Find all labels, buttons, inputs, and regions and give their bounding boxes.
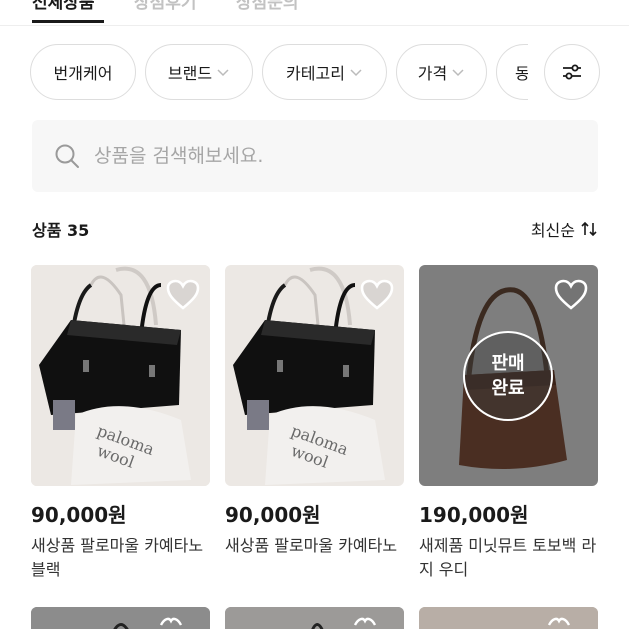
product-card[interactable]: 판매 완료 190,000원 새제품 미닛뮤트 토보백 라지 우디 xyxy=(419,265,598,582)
filter-chip-neighborhood[interactable]: 동 xyxy=(496,44,528,100)
filter-chip-label: 번개케어 xyxy=(53,64,113,83)
chevron-down-icon xyxy=(452,69,464,77)
chevron-down-icon xyxy=(350,69,362,77)
filter-chip-row: 번개케어 브랜드 카테고리 가격 동 xyxy=(30,44,528,100)
product-search-bar[interactable] xyxy=(32,120,598,192)
filter-settings-button[interactable] xyxy=(544,44,600,100)
product-image[interactable]: 판매 완료 xyxy=(419,265,598,486)
heart-icon[interactable] xyxy=(360,279,394,311)
sold-badge-line1: 판매 xyxy=(491,353,525,374)
sold-badge-line2: 완료 xyxy=(491,378,525,399)
product-title: 새상품 팔로마울 카예타노 xyxy=(225,536,398,555)
product-photo-partial xyxy=(419,607,598,629)
chevron-down-icon xyxy=(217,69,229,77)
product-photo-partial xyxy=(225,607,404,629)
filter-chip-category[interactable]: 카테고리 xyxy=(262,44,387,100)
filter-chip-price[interactable]: 가격 xyxy=(396,44,487,100)
product-image[interactable] xyxy=(225,607,404,629)
sort-arrows-icon xyxy=(581,221,597,237)
product-card[interactable]: paloma wool 90,000원 새상품 팔로마울 카예타노 xyxy=(225,265,404,558)
store-tab-bar: 전체상품 상점후기 상점문의 xyxy=(0,0,629,26)
product-price: 90,000원 xyxy=(225,503,321,527)
product-count: 상품 35 xyxy=(32,221,90,240)
product-price: 190,000원 xyxy=(419,503,529,527)
product-photo-partial xyxy=(31,607,210,629)
tab-all-products[interactable]: 전체상품 xyxy=(32,0,95,13)
product-price: 90,000원 xyxy=(31,503,127,527)
product-image[interactable] xyxy=(31,607,210,629)
sort-label: 최신순 xyxy=(530,221,575,240)
tab-store-reviews[interactable]: 상점후기 xyxy=(134,0,197,13)
filter-chip-brand[interactable]: 브랜드 xyxy=(145,44,253,100)
product-image[interactable]: paloma wool xyxy=(225,265,404,486)
sort-dropdown[interactable]: 최신순 xyxy=(531,217,597,241)
product-image[interactable] xyxy=(419,607,598,629)
filter-chip-label: 가격 xyxy=(417,64,448,83)
tab-store-inquiries[interactable]: 상점문의 xyxy=(236,0,299,13)
filter-chip-label: 동 xyxy=(515,64,528,83)
sliders-icon xyxy=(563,64,581,80)
filter-chip-care[interactable]: 번개케어 xyxy=(30,44,136,100)
filter-chip-label: 브랜드 xyxy=(167,64,213,83)
product-title: 새상품 팔로마울 카예타노 블랙 xyxy=(31,536,204,579)
heart-icon[interactable] xyxy=(554,279,588,311)
search-input[interactable] xyxy=(94,145,564,167)
search-icon xyxy=(55,144,79,168)
product-image[interactable]: paloma wool xyxy=(31,265,210,486)
active-tab-indicator xyxy=(32,20,104,23)
filter-chip-label: 카테고리 xyxy=(286,64,345,83)
product-card[interactable]: paloma wool 90,000원 새상품 팔로마울 카예타노 블랙 xyxy=(31,265,210,582)
heart-icon[interactable] xyxy=(166,279,200,311)
product-title: 새제품 미닛뮤트 토보백 라지 우디 xyxy=(419,536,597,579)
sold-out-badge: 판매 완료 xyxy=(463,331,553,421)
